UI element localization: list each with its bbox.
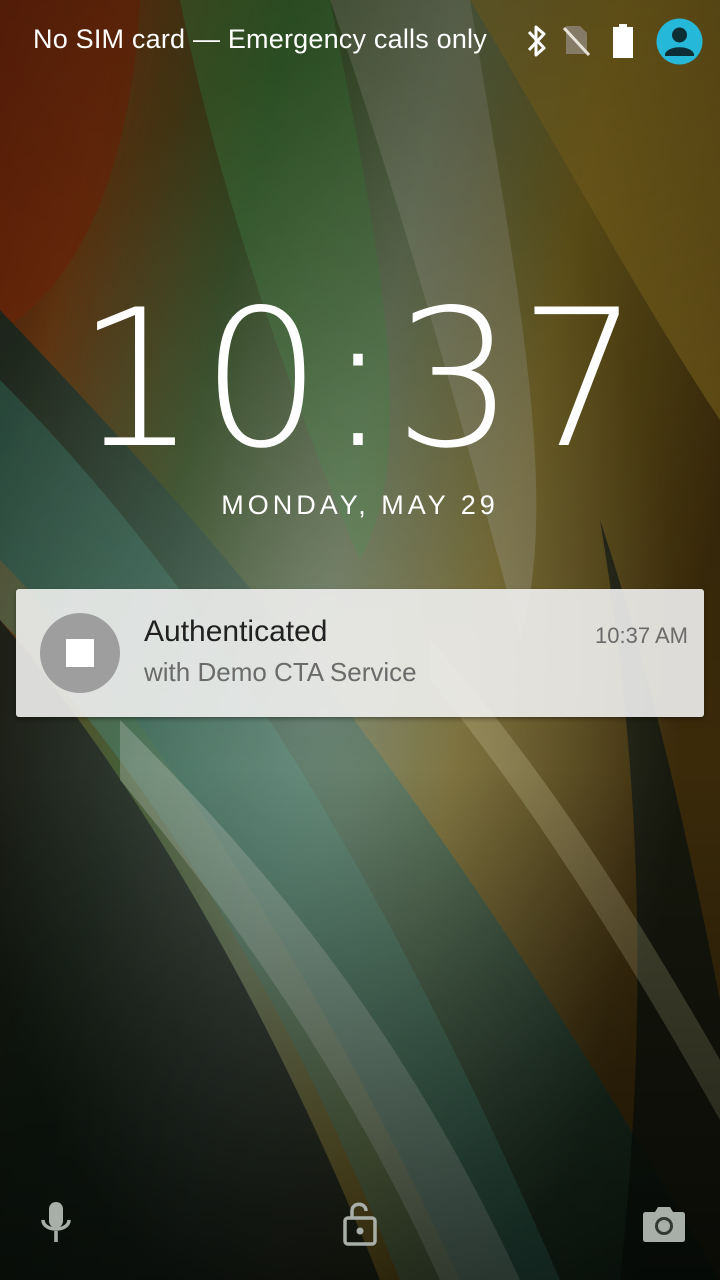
lock-screen: No SIM card — Emergency calls only 10:37…: [0, 0, 720, 1280]
camera-icon[interactable]: [642, 1204, 686, 1244]
notification-app-icon: [40, 613, 120, 693]
no-sim-icon: [562, 26, 590, 57]
notification-time: 10:37 AM: [595, 623, 688, 648]
status-bar[interactable]: No SIM card — Emergency calls only: [0, 0, 720, 84]
clock-time: 10:37: [76, 269, 644, 490]
lock-open-icon[interactable]: [340, 1198, 380, 1248]
bluetooth-icon: [527, 25, 546, 57]
stop-icon: [66, 639, 94, 667]
notification-title: Authenticated: [144, 615, 328, 648]
user-icon[interactable]: [656, 18, 703, 65]
mic-icon[interactable]: [36, 1198, 76, 1248]
notification-card[interactable]: Authenticated with Demo CTA Service 10:3…: [16, 589, 704, 717]
battery-icon: [613, 24, 633, 58]
notification-text: with Demo CTA Service: [144, 657, 417, 687]
clock-date: MONDAY, MAY 29: [221, 490, 499, 520]
carrier-status-text: No SIM card — Emergency calls only: [33, 24, 487, 54]
